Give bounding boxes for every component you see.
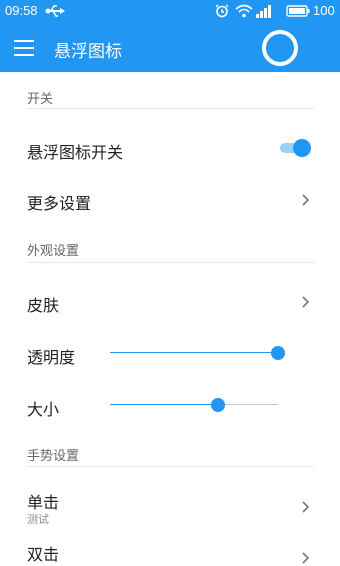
battery-icon — [286, 5, 310, 17]
divider — [27, 466, 314, 467]
status-bar: 09:58 100 — [0, 0, 340, 24]
section-header-gesture: 手势设置 — [27, 449, 80, 464]
battery-level: 100 — [313, 3, 335, 18]
float-switch-label: 悬浮图标开关 — [27, 143, 124, 162]
size-label: 大小 — [27, 400, 60, 419]
chevron-right-icon — [302, 194, 310, 206]
chevron-right-icon — [302, 501, 310, 513]
page-title: 悬浮图标 — [54, 42, 122, 62]
status-time: 09:58 — [5, 3, 38, 18]
wifi-icon — [235, 4, 253, 18]
skin-label[interactable]: 皮肤 — [27, 292, 59, 316]
more-settings-label[interactable]: 更多设置 — [27, 190, 91, 214]
divider — [27, 108, 314, 109]
app-bar: 悬浮图标 — [0, 24, 340, 72]
single-tap-value: 测试 — [27, 513, 49, 526]
alarm-icon — [215, 4, 229, 18]
transparency-label: 透明度 — [27, 348, 76, 367]
slider-knob[interactable] — [210, 398, 225, 412]
chevron-right-icon — [302, 296, 310, 308]
size-slider[interactable] — [110, 398, 290, 412]
slider-fill — [110, 352, 278, 353]
floating-circle-icon[interactable] — [262, 30, 298, 66]
slider-fill — [110, 404, 218, 405]
section-header-switch: 开关 — [27, 92, 54, 107]
transparency-slider[interactable] — [110, 346, 290, 360]
single-tap-label[interactable]: 单击 — [27, 489, 59, 513]
signal-icon — [256, 5, 271, 18]
toggle-knob — [293, 139, 311, 157]
double-tap-label[interactable]: 双击 — [27, 541, 59, 565]
slider-knob[interactable] — [271, 346, 285, 360]
menu-icon[interactable] — [14, 40, 34, 56]
usb-icon — [45, 5, 65, 17]
float-icon-toggle[interactable] — [280, 139, 311, 157]
chevron-right-icon — [302, 552, 310, 564]
divider — [27, 262, 314, 263]
section-header-appearance: 外观设置 — [27, 244, 80, 259]
